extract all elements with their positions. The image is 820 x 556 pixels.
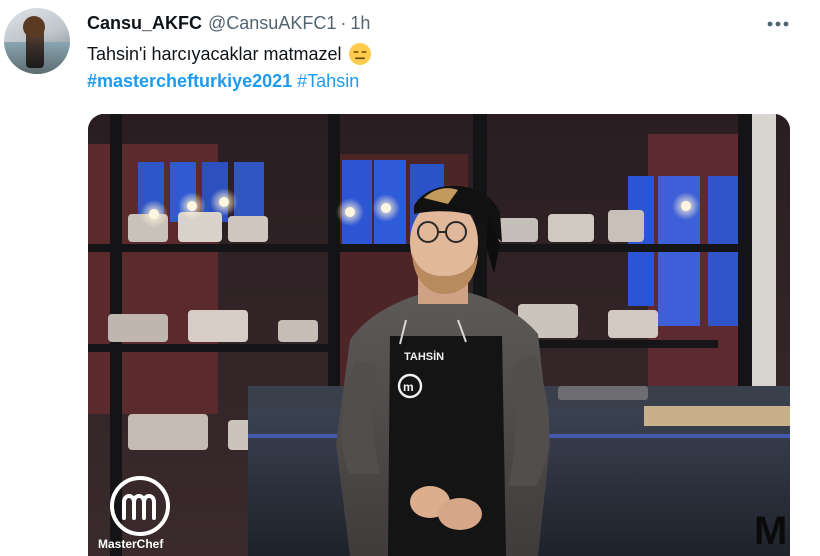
hashtag-masterchefturkiye2021[interactable]: #masterchefturkiye2021 bbox=[87, 71, 292, 91]
kitchen-scene: TAHSİN m MasterChef M bbox=[88, 114, 790, 556]
tweet-header: Cansu_AKFC @CansuAKFC1 · 1h bbox=[87, 11, 370, 35]
more-dots-icon-svg bbox=[767, 21, 789, 27]
more-dots-icon[interactable] bbox=[764, 12, 792, 36]
avatar-head bbox=[23, 16, 45, 38]
tweet-text-body: Tahsin'i harcıyacaklar matmazel bbox=[87, 43, 342, 64]
tweet-card[interactable]: Cansu_AKFC @CansuAKFC1 · 1h Tahsin'i har… bbox=[0, 0, 820, 556]
hashtag-line: #masterchefturkiye2021 #Tahsin bbox=[87, 71, 359, 92]
svg-text:m: m bbox=[403, 380, 414, 394]
tweet-media-image[interactable]: TAHSİN m MasterChef M bbox=[88, 114, 790, 556]
apron-name: TAHSİN bbox=[404, 350, 444, 363]
separator-dot: · bbox=[340, 12, 347, 33]
tweet-text: Tahsin'i harcıyacaklar matmazel bbox=[87, 42, 372, 66]
expressionless-face-icon bbox=[348, 43, 371, 65]
user-handle[interactable]: @CansuAKFC1 bbox=[208, 13, 336, 34]
timestamp[interactable]: 1h bbox=[350, 13, 370, 34]
masterchef-logo-text: MasterChef bbox=[98, 537, 164, 551]
avatar[interactable] bbox=[4, 8, 70, 74]
hashtag-tahsin[interactable]: #Tahsin bbox=[297, 71, 359, 91]
svg-text:M: M bbox=[754, 509, 787, 553]
display-name[interactable]: Cansu_AKFC bbox=[87, 13, 202, 34]
